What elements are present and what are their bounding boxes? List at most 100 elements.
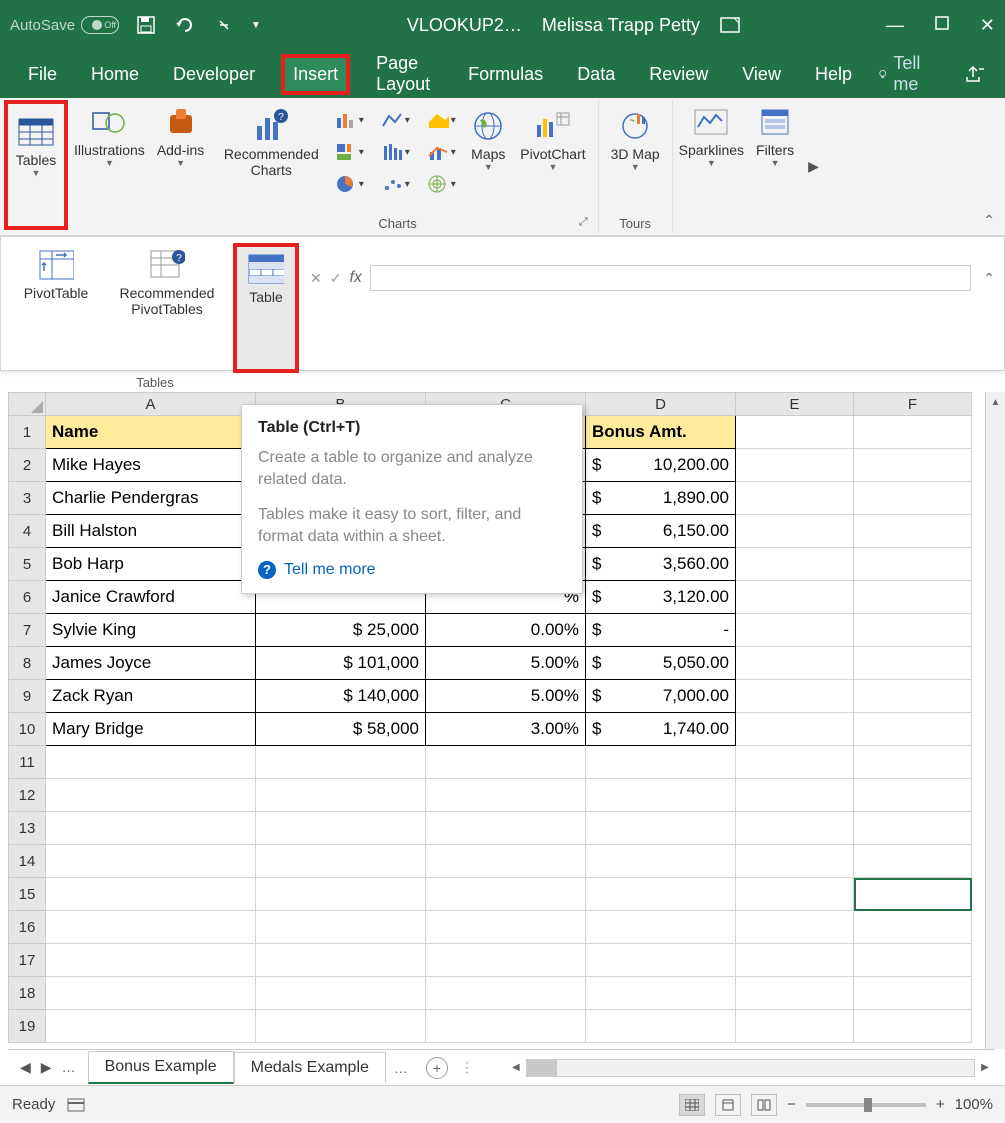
recommended-charts-button[interactable]: ? Recommended Charts: [216, 104, 326, 182]
zoom-slider[interactable]: [806, 1103, 926, 1107]
cell-F5[interactable]: [854, 548, 972, 581]
tab-home[interactable]: Home: [83, 58, 147, 91]
cell-A10[interactable]: Mary Bridge: [46, 713, 256, 746]
tab-developer[interactable]: Developer: [165, 58, 263, 91]
cell-B8[interactable]: $ 101,000: [256, 647, 426, 680]
cell-F2[interactable]: [854, 449, 972, 482]
cell-D15[interactable]: [586, 878, 736, 911]
row-head-12[interactable]: 12: [8, 779, 46, 812]
row-head-2[interactable]: 2: [8, 449, 46, 482]
cell-E4[interactable]: [736, 515, 854, 548]
cell-C16[interactable]: [426, 911, 586, 944]
cell-F18[interactable]: [854, 977, 972, 1010]
cell-E17[interactable]: [736, 944, 854, 977]
cell-D2[interactable]: $10,200.00: [586, 449, 736, 482]
autosave-toggle[interactable]: AutoSave Off: [10, 16, 119, 34]
cell-A1[interactable]: Name: [46, 416, 256, 449]
cell-F7[interactable]: [854, 614, 972, 647]
cell-C15[interactable]: [426, 878, 586, 911]
fx-icon[interactable]: fx: [349, 269, 361, 287]
cell-F15[interactable]: [854, 878, 972, 911]
save-icon[interactable]: [137, 16, 155, 34]
cell-E19[interactable]: [736, 1010, 854, 1043]
scroll-right-icon[interactable]: ▶: [975, 1058, 995, 1078]
row-head-13[interactable]: 13: [8, 812, 46, 845]
row-head-9[interactable]: 9: [8, 680, 46, 713]
cell-E1[interactable]: [736, 416, 854, 449]
cell-D13[interactable]: [586, 812, 736, 845]
cell-F3[interactable]: [854, 482, 972, 515]
cell-E13[interactable]: [736, 812, 854, 845]
formula-bar[interactable]: [370, 265, 971, 291]
cell-A6[interactable]: Janice Crawford: [46, 581, 256, 614]
cell-D8[interactable]: $5,050.00: [586, 647, 736, 680]
col-head-D[interactable]: D: [586, 392, 736, 416]
row-head-19[interactable]: 19: [8, 1010, 46, 1043]
hierarchy-chart-icon[interactable]: ▾: [330, 138, 368, 166]
tell-me-input[interactable]: Tell me: [893, 53, 927, 95]
cell-C13[interactable]: [426, 812, 586, 845]
cell-E9[interactable]: [736, 680, 854, 713]
col-head-E[interactable]: E: [736, 392, 854, 416]
cell-B7[interactable]: $ 25,000: [256, 614, 426, 647]
cell-F8[interactable]: [854, 647, 972, 680]
cell-A15[interactable]: [46, 878, 256, 911]
cell-D4[interactable]: $6,150.00: [586, 515, 736, 548]
cell-F10[interactable]: [854, 713, 972, 746]
filters-button[interactable]: Filters ▼: [750, 100, 800, 233]
row-head-3[interactable]: 3: [8, 482, 46, 515]
close-button[interactable]: ✕: [980, 15, 995, 36]
expand-formula-bar-icon[interactable]: ⌃: [983, 270, 995, 287]
cell-A8[interactable]: James Joyce: [46, 647, 256, 680]
ribbon-display-icon[interactable]: [720, 17, 740, 33]
zoom-in-button[interactable]: +: [936, 1096, 945, 1113]
row-head-16[interactable]: 16: [8, 911, 46, 944]
cell-C10[interactable]: 3.00%: [426, 713, 586, 746]
cancel-formula-icon[interactable]: ✕: [310, 270, 322, 287]
cell-A2[interactable]: Mike Hayes: [46, 449, 256, 482]
cell-F12[interactable]: [854, 779, 972, 812]
tab-page-layout[interactable]: Page Layout: [368, 47, 442, 101]
sheet-tab-bonus[interactable]: Bonus Example: [88, 1051, 234, 1084]
cell-E7[interactable]: [736, 614, 854, 647]
sparklines-button[interactable]: Sparklines ▼: [673, 100, 750, 233]
cell-C8[interactable]: 5.00%: [426, 647, 586, 680]
cell-B14[interactable]: [256, 845, 426, 878]
cell-E11[interactable]: [736, 746, 854, 779]
cell-B9[interactable]: $ 140,000: [256, 680, 426, 713]
minimize-button[interactable]: —: [886, 15, 904, 36]
cell-F6[interactable]: [854, 581, 972, 614]
row-head-11[interactable]: 11: [8, 746, 46, 779]
select-all-button[interactable]: [8, 392, 46, 416]
cell-A18[interactable]: [46, 977, 256, 1010]
cell-A19[interactable]: [46, 1010, 256, 1043]
cell-C7[interactable]: 0.00%: [426, 614, 586, 647]
cell-E10[interactable]: [736, 713, 854, 746]
cell-A11[interactable]: [46, 746, 256, 779]
enter-formula-icon[interactable]: ✓: [330, 270, 342, 287]
cell-D17[interactable]: [586, 944, 736, 977]
cell-B11[interactable]: [256, 746, 426, 779]
undo-icon[interactable]: [175, 16, 197, 34]
tab-help[interactable]: Help: [807, 58, 860, 91]
row-head-4[interactable]: 4: [8, 515, 46, 548]
cell-C11[interactable]: [426, 746, 586, 779]
cell-A4[interactable]: Bill Halston: [46, 515, 256, 548]
cell-E6[interactable]: [736, 581, 854, 614]
row-head-15[interactable]: 15: [8, 878, 46, 911]
share-icon[interactable]: [965, 65, 985, 83]
row-head-8[interactable]: 8: [8, 647, 46, 680]
cell-D5[interactable]: $3,560.00: [586, 548, 736, 581]
cell-B19[interactable]: [256, 1010, 426, 1043]
cell-C14[interactable]: [426, 845, 586, 878]
cell-D6[interactable]: $3,120.00: [586, 581, 736, 614]
qat-customize-icon[interactable]: ▼: [251, 20, 261, 31]
sheet-tab-medals[interactable]: Medals Example: [234, 1052, 386, 1083]
cell-C18[interactable]: [426, 977, 586, 1010]
row-head-7[interactable]: 7: [8, 614, 46, 647]
scroll-left-icon[interactable]: ◀: [506, 1058, 526, 1078]
cell-A16[interactable]: [46, 911, 256, 944]
cell-B13[interactable]: [256, 812, 426, 845]
scatter-chart-icon[interactable]: ▾: [376, 170, 414, 198]
cell-C12[interactable]: [426, 779, 586, 812]
